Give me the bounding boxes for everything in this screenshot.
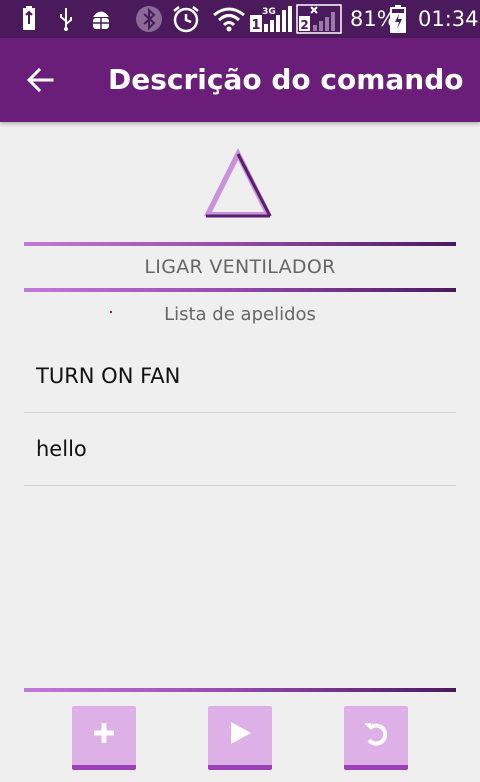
list-item[interactable]: TURN ON FAN (24, 340, 456, 413)
svg-text:1: 1 (251, 18, 260, 33)
battery-saver-icon (18, 5, 40, 33)
arrow-left-icon (22, 67, 58, 102)
play-icon (226, 719, 254, 752)
list-item[interactable]: hello (24, 413, 456, 486)
divider-top (24, 242, 456, 246)
signal-sim2-icon: 2 (296, 4, 342, 34)
divider-middle (24, 288, 456, 292)
wifi-icon (212, 5, 246, 33)
battery-charging-icon (388, 5, 408, 33)
status-bar: 1 3G 2 81% 01:34 (0, 0, 480, 38)
android-debug-icon (88, 5, 114, 33)
divider-bottom (24, 688, 456, 692)
aliases-list: TURN ON FAN hello (24, 340, 456, 486)
play-button[interactable] (208, 706, 272, 770)
add-alias-button[interactable] (72, 706, 136, 770)
command-name: LIGAR VENTILADOR (144, 256, 336, 278)
undo-icon (361, 718, 391, 753)
svg-text:2: 2 (300, 18, 308, 32)
usb-icon (56, 5, 76, 33)
clock: 01:34 (418, 7, 479, 31)
signal-sim1-icon: 1 3G (250, 5, 294, 33)
aliases-header: Lista de apelidos (164, 304, 316, 325)
app-bar: Descrição do comando (0, 38, 480, 122)
triangle-icon (202, 146, 274, 218)
bluetooth-icon (134, 5, 164, 33)
plus-icon (90, 719, 118, 752)
page-title: Descrição do comando (108, 63, 464, 96)
svg-text:3G: 3G (262, 7, 276, 17)
undo-button[interactable] (344, 706, 408, 770)
back-button[interactable] (22, 62, 62, 98)
alarm-icon (170, 5, 202, 33)
